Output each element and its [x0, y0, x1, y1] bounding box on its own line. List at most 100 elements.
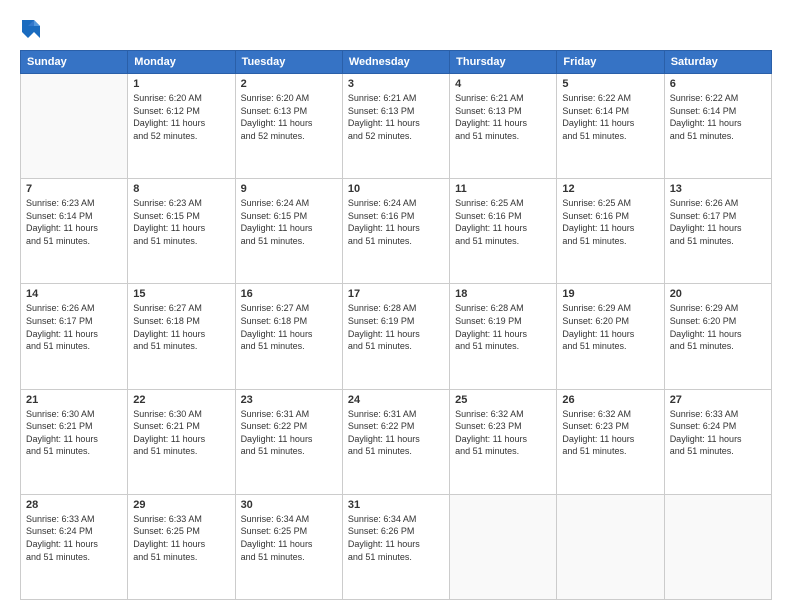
calendar-cell: 31 Sunrise: 6:34 AM Sunset: 6:26 PM Dayli…	[342, 494, 449, 599]
day-number: 13	[670, 183, 766, 195]
day-info: Sunrise: 6:33 AM Sunset: 6:24 PM Dayligh…	[26, 513, 122, 563]
day-number: 11	[455, 183, 551, 195]
day-info: Sunrise: 6:24 AM Sunset: 6:16 PM Dayligh…	[348, 197, 444, 247]
calendar-header-row: SundayMondayTuesdayWednesdayThursdayFrid…	[21, 51, 772, 74]
calendar-cell: 24Sunrise: 6:31 AM Sunset: 6:22 PM Dayli…	[342, 389, 449, 494]
calendar-cell: 7 Sunrise: 6:23 AM Sunset: 6:14 PM Daylig…	[21, 179, 128, 284]
calendar-cell: 20 Sunrise: 6:29 AM Sunset: 6:20 PM Dayli…	[664, 284, 771, 389]
calendar-cell: 18 Sunrise: 6:28 AM Sunset: 6:19 PM Dayli…	[450, 284, 557, 389]
day-number: 23	[241, 394, 337, 406]
day-info: Sunrise: 6:22 AM Sunset: 6:14 PM Dayligh…	[562, 92, 658, 142]
day-number: 6	[670, 78, 766, 90]
day-info: Sunrise: 6:29 AM Sunset: 6:20 PM Dayligh…	[670, 302, 766, 352]
day-number: 9	[241, 183, 337, 195]
page: SundayMondayTuesdayWednesdayThursdayFrid…	[0, 0, 792, 612]
day-number: 4	[455, 78, 551, 90]
calendar-cell: 4 Sunrise: 6:21 AM Sunset: 6:13 PM Daylig…	[450, 74, 557, 179]
day-info: Sunrise: 6:26 AM Sunset: 6:17 PM Dayligh…	[26, 302, 122, 352]
calendar-cell	[557, 494, 664, 599]
day-info: Sunrise: 6:27 AM Sunset: 6:18 PM Dayligh…	[133, 302, 229, 352]
calendar-cell: 15 Sunrise: 6:27 AM Sunset: 6:18 PM Dayli…	[128, 284, 235, 389]
calendar-cell: 19Sunrise: 6:29 AM Sunset: 6:20 PM Dayli…	[557, 284, 664, 389]
day-info: Sunrise: 6:21 AM Sunset: 6:13 PM Dayligh…	[455, 92, 551, 142]
day-number: 26	[562, 394, 658, 406]
day-info: Sunrise: 6:23 AM Sunset: 6:15 PM Dayligh…	[133, 197, 229, 247]
calendar-cell: 11 Sunrise: 6:25 AM Sunset: 6:16 PM Dayli…	[450, 179, 557, 284]
calendar-cell: 6 Sunrise: 6:22 AM Sunset: 6:14 PM Daylig…	[664, 74, 771, 179]
calendar-week-row: 21 Sunrise: 6:30 AM Sunset: 6:21 PM Dayli…	[21, 389, 772, 494]
calendar-cell	[450, 494, 557, 599]
calendar-cell: 3Sunrise: 6:21 AM Sunset: 6:13 PM Daylig…	[342, 74, 449, 179]
day-number: 24	[348, 394, 444, 406]
day-number: 29	[133, 499, 229, 511]
calendar-week-row: 7 Sunrise: 6:23 AM Sunset: 6:14 PM Daylig…	[21, 179, 772, 284]
calendar-cell: 28 Sunrise: 6:33 AM Sunset: 6:24 PM Dayli…	[21, 494, 128, 599]
calendar-day-header: Wednesday	[342, 51, 449, 74]
calendar-day-header: Friday	[557, 51, 664, 74]
day-number: 22	[133, 394, 229, 406]
day-info: Sunrise: 6:34 AM Sunset: 6:26 PM Dayligh…	[348, 513, 444, 563]
day-number: 5	[562, 78, 658, 90]
calendar-cell: 13 Sunrise: 6:26 AM Sunset: 6:17 PM Dayli…	[664, 179, 771, 284]
day-info: Sunrise: 6:28 AM Sunset: 6:19 PM Dayligh…	[455, 302, 551, 352]
day-number: 10	[348, 183, 444, 195]
day-info: Sunrise: 6:33 AM Sunset: 6:25 PM Dayligh…	[133, 513, 229, 563]
day-info: Sunrise: 6:25 AM Sunset: 6:16 PM Dayligh…	[455, 197, 551, 247]
header	[20, 18, 772, 40]
calendar-cell: 5 Sunrise: 6:22 AM Sunset: 6:14 PM Daylig…	[557, 74, 664, 179]
day-number: 14	[26, 288, 122, 300]
calendar-table: SundayMondayTuesdayWednesdayThursdayFrid…	[20, 50, 772, 600]
day-number: 31	[348, 499, 444, 511]
day-info: Sunrise: 6:20 AM Sunset: 6:13 PM Dayligh…	[241, 92, 337, 142]
day-info: Sunrise: 6:22 AM Sunset: 6:14 PM Dayligh…	[670, 92, 766, 142]
calendar-cell: 29 Sunrise: 6:33 AM Sunset: 6:25 PM Dayli…	[128, 494, 235, 599]
day-info: Sunrise: 6:23 AM Sunset: 6:14 PM Dayligh…	[26, 197, 122, 247]
day-number: 19	[562, 288, 658, 300]
day-info: Sunrise: 6:30 AM Sunset: 6:21 PM Dayligh…	[133, 408, 229, 458]
day-number: 17	[348, 288, 444, 300]
calendar-week-row: 14 Sunrise: 6:26 AM Sunset: 6:17 PM Dayli…	[21, 284, 772, 389]
calendar-cell: 14 Sunrise: 6:26 AM Sunset: 6:17 PM Dayli…	[21, 284, 128, 389]
day-number: 20	[670, 288, 766, 300]
calendar-week-row: 1Sunrise: 6:20 AM Sunset: 6:12 PM Daylig…	[21, 74, 772, 179]
calendar-cell: 27 Sunrise: 6:33 AM Sunset: 6:24 PM Dayli…	[664, 389, 771, 494]
day-info: Sunrise: 6:24 AM Sunset: 6:15 PM Dayligh…	[241, 197, 337, 247]
logo-icon	[20, 18, 42, 40]
calendar-cell: 10 Sunrise: 6:24 AM Sunset: 6:16 PM Dayli…	[342, 179, 449, 284]
calendar-cell: 2 Sunrise: 6:20 AM Sunset: 6:13 PM Daylig…	[235, 74, 342, 179]
day-number: 3	[348, 78, 444, 90]
calendar-cell: 30Sunrise: 6:34 AM Sunset: 6:25 PM Dayli…	[235, 494, 342, 599]
day-number: 8	[133, 183, 229, 195]
day-number: 16	[241, 288, 337, 300]
calendar-day-header: Monday	[128, 51, 235, 74]
day-number: 7	[26, 183, 122, 195]
day-number: 30	[241, 499, 337, 511]
calendar-week-row: 28 Sunrise: 6:33 AM Sunset: 6:24 PM Dayli…	[21, 494, 772, 599]
calendar-day-header: Sunday	[21, 51, 128, 74]
day-info: Sunrise: 6:31 AM Sunset: 6:22 PM Dayligh…	[241, 408, 337, 458]
calendar-cell: 1Sunrise: 6:20 AM Sunset: 6:12 PM Daylig…	[128, 74, 235, 179]
calendar-cell: 25Sunrise: 6:32 AM Sunset: 6:23 PM Dayli…	[450, 389, 557, 494]
calendar-cell: 12Sunrise: 6:25 AM Sunset: 6:16 PM Dayli…	[557, 179, 664, 284]
calendar-cell: 9 Sunrise: 6:24 AM Sunset: 6:15 PM Daylig…	[235, 179, 342, 284]
calendar-cell	[664, 494, 771, 599]
calendar-cell: 17Sunrise: 6:28 AM Sunset: 6:19 PM Dayli…	[342, 284, 449, 389]
calendar-cell: 8 Sunrise: 6:23 AM Sunset: 6:15 PM Daylig…	[128, 179, 235, 284]
day-number: 21	[26, 394, 122, 406]
day-number: 28	[26, 499, 122, 511]
day-info: Sunrise: 6:33 AM Sunset: 6:24 PM Dayligh…	[670, 408, 766, 458]
day-number: 2	[241, 78, 337, 90]
calendar-day-header: Thursday	[450, 51, 557, 74]
calendar-day-header: Saturday	[664, 51, 771, 74]
calendar-cell: 21Sunrise: 6:30 AM Sunset: 6:21 PM Dayli…	[21, 389, 128, 494]
day-info: Sunrise: 6:20 AM Sunset: 6:12 PM Dayligh…	[133, 92, 229, 142]
day-info: Sunrise: 6:27 AM Sunset: 6:18 PM Dayligh…	[241, 302, 337, 352]
day-number: 18	[455, 288, 551, 300]
day-number: 12	[562, 183, 658, 195]
calendar-cell: 16 Sunrise: 6:27 AM Sunset: 6:18 PM Dayli…	[235, 284, 342, 389]
day-number: 27	[670, 394, 766, 406]
day-info: Sunrise: 6:26 AM Sunset: 6:17 PM Dayligh…	[670, 197, 766, 247]
day-number: 15	[133, 288, 229, 300]
day-info: Sunrise: 6:32 AM Sunset: 6:23 PM Dayligh…	[562, 408, 658, 458]
calendar-day-header: Tuesday	[235, 51, 342, 74]
